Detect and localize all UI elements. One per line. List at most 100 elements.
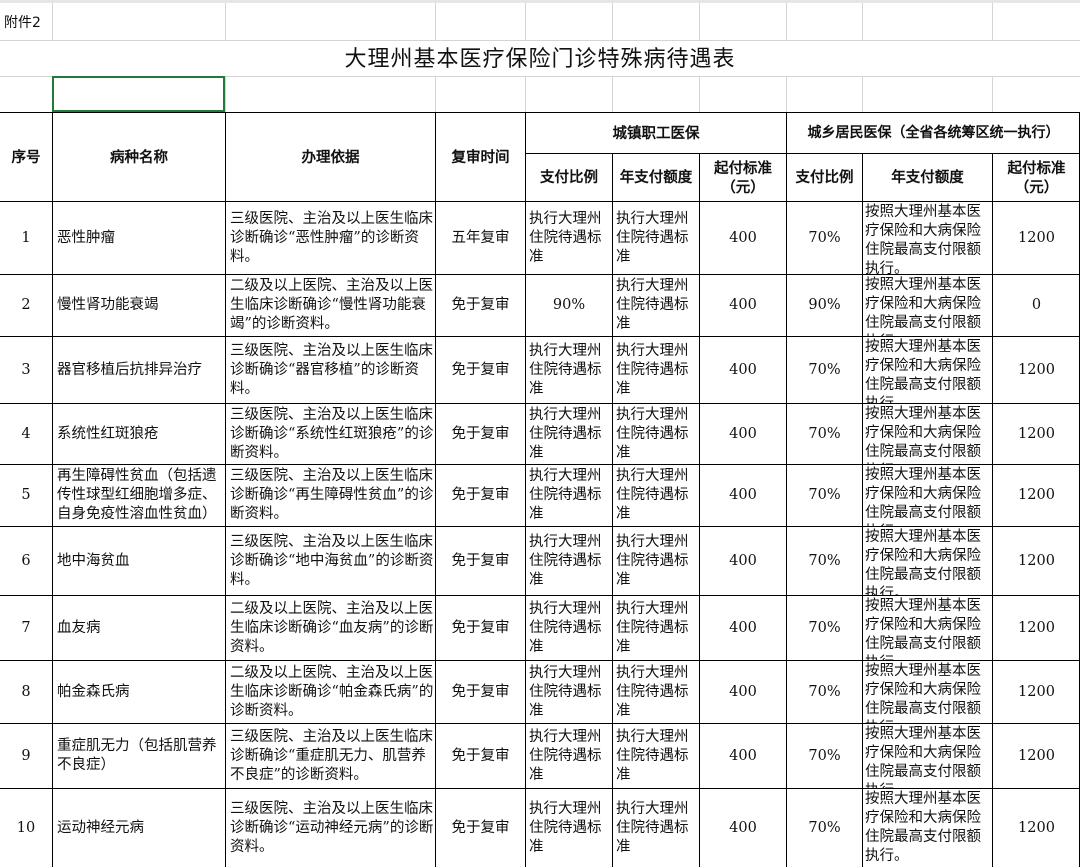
cell-seq[interactable]: 9 — [0, 724, 52, 788]
cell-rural-threshold[interactable]: 1200 — [993, 661, 1080, 723]
cell-urban-annual[interactable]: 执行大理州住院待遇标准 — [613, 661, 699, 723]
cell-seq[interactable]: 2 — [0, 275, 52, 336]
cell-review[interactable]: 免于复审 — [436, 404, 525, 464]
cell-rural-ratio[interactable]: 70% — [787, 337, 862, 403]
cell-rural-annual[interactable]: 按照大理州基本医疗保险和大病保险住院最高支付限额执行。 — [863, 789, 992, 867]
cell-rural-annual[interactable]: 按照大理州基本医疗保险和大病保险住院最高支付限额执行。 — [863, 275, 992, 336]
cell-disease[interactable]: 恶性肿瘤 — [53, 202, 225, 274]
selected-cell[interactable] — [52, 76, 225, 112]
cell-disease[interactable]: 运动神经元病 — [53, 789, 225, 867]
cell-review[interactable]: 五年复审 — [436, 202, 525, 274]
cell-urban-annual[interactable]: 执行大理州住院待遇标准 — [613, 724, 699, 788]
cell-disease[interactable]: 帕金森氏病 — [53, 661, 225, 723]
cell-rural-ratio[interactable]: 70% — [787, 724, 862, 788]
cell-rural-ratio[interactable]: 70% — [787, 465, 862, 526]
cell-seq[interactable]: 10 — [0, 789, 52, 867]
cell-basis[interactable]: 二级及以上医院、主治及以上医生临床诊断确诊“帕金森氏病”的诊断资料。 — [226, 661, 435, 723]
cell-review[interactable]: 免于复审 — [436, 465, 525, 526]
cell-rural-ratio[interactable]: 70% — [787, 202, 862, 274]
cell-rural-ratio[interactable]: 90% — [787, 275, 862, 336]
cell-disease[interactable]: 器官移植后抗排异治疗 — [53, 337, 225, 403]
cell-urban-ratio[interactable]: 执行大理州住院待遇标准 — [526, 724, 612, 788]
cell-rural-annual[interactable]: 按照大理州基本医疗保险和大病保险住院最高支付限额执行。 — [863, 596, 992, 660]
cell-rural-threshold[interactable]: 1200 — [993, 202, 1080, 274]
cell-seq[interactable]: 5 — [0, 465, 52, 526]
header-urban-threshold[interactable]: 起付标准（元） — [700, 154, 786, 201]
cell-rural-threshold[interactable]: 1200 — [993, 724, 1080, 788]
cell-rural-annual[interactable]: 按照大理州基本医疗保险和大病保险住院最高支付限额执行。 — [863, 202, 992, 274]
header-urban-annual[interactable]: 年支付额度 — [613, 154, 699, 201]
cell-basis[interactable]: 三级医院、主治及以上医生临床诊断确诊“系统性红斑狼疮”的诊断资料。 — [226, 404, 435, 464]
cell-urban-ratio[interactable]: 执行大理州住院待遇标准 — [526, 661, 612, 723]
cell-rural-threshold[interactable]: 1200 — [993, 596, 1080, 660]
cell-seq[interactable]: 1 — [0, 202, 52, 274]
cell-urban-annual[interactable]: 执行大理州住院待遇标准 — [613, 202, 699, 274]
cell-urban-threshold[interactable]: 400 — [700, 661, 786, 723]
cell-basis[interactable]: 二级及以上医院、主治及以上医生临床诊断确诊“慢性肾功能衰竭”的诊断资料。 — [226, 275, 435, 336]
cell-disease[interactable]: 再生障碍性贫血（包括遗传性球型红细胞增多症、自身免疫性溶血性贫血） — [53, 465, 225, 526]
cell-basis[interactable]: 二级及以上医院、主治及以上医生临床诊断确诊“血友病”的诊断资料。 — [226, 596, 435, 660]
cell-urban-ratio[interactable]: 执行大理州住院待遇标准 — [526, 527, 612, 595]
cell-rural-ratio[interactable]: 70% — [787, 596, 862, 660]
cell-disease[interactable]: 重症肌无力（包括肌营养不良症） — [53, 724, 225, 788]
cell-review[interactable]: 免于复审 — [436, 596, 525, 660]
cell-review[interactable]: 免于复审 — [436, 724, 525, 788]
cell-review[interactable]: 免于复审 — [436, 527, 525, 595]
page-title[interactable]: 大理州基本医疗保险门诊特殊病待遇表 — [0, 42, 1080, 76]
cell-rural-ratio[interactable]: 70% — [787, 404, 862, 464]
cell-review[interactable]: 免于复审 — [436, 337, 525, 403]
cell-review[interactable]: 免于复审 — [436, 661, 525, 723]
cell-rural-ratio[interactable]: 70% — [787, 789, 862, 867]
cell-basis[interactable]: 三级医院、主治及以上医生临床诊断确诊“重症肌无力、肌营养不良症”的诊断资料。 — [226, 724, 435, 788]
cell-urban-annual[interactable]: 执行大理州住院待遇标准 — [613, 337, 699, 403]
cell-disease[interactable]: 地中海贫血 — [53, 527, 225, 595]
cell-urban-ratio[interactable]: 执行大理州住院待遇标准 — [526, 465, 612, 526]
cell-urban-threshold[interactable]: 400 — [700, 465, 786, 526]
header-urban-group[interactable]: 城镇职工医保 — [526, 113, 786, 153]
cell-rural-annual[interactable]: 按照大理州基本医疗保险和大病保险住院最高支付限额执行。 — [863, 527, 992, 595]
cell-urban-ratio[interactable]: 执行大理州住院待遇标准 — [526, 337, 612, 403]
cell-rural-ratio[interactable]: 70% — [787, 527, 862, 595]
cell-seq[interactable]: 7 — [0, 596, 52, 660]
cell-urban-annual[interactable]: 执行大理州住院待遇标准 — [613, 596, 699, 660]
cell-rural-threshold[interactable]: 1200 — [993, 527, 1080, 595]
cell-urban-ratio[interactable]: 执行大理州住院待遇标准 — [526, 202, 612, 274]
cell-seq[interactable]: 6 — [0, 527, 52, 595]
header-basis[interactable]: 办理依据 — [226, 113, 435, 201]
cell-seq[interactable]: 3 — [0, 337, 52, 403]
annex-label[interactable]: 附件2 — [0, 6, 52, 40]
cell-urban-annual[interactable]: 执行大理州住院待遇标准 — [613, 527, 699, 595]
cell-basis[interactable]: 三级医院、主治及以上医生临床诊断确诊“再生障碍性贫血”的诊断资料。 — [226, 465, 435, 526]
cell-urban-ratio[interactable]: 执行大理州住院待遇标准 — [526, 404, 612, 464]
cell-urban-threshold[interactable]: 400 — [700, 724, 786, 788]
cell-rural-threshold[interactable]: 1200 — [993, 404, 1080, 464]
cell-rural-annual[interactable]: 按照大理州基本医疗保险和大病保险住院最高支付限额执行。 — [863, 465, 992, 526]
cell-urban-threshold[interactable]: 400 — [700, 337, 786, 403]
header-disease[interactable]: 病种名称 — [53, 113, 225, 201]
header-urban-ratio[interactable]: 支付比例 — [526, 154, 612, 201]
cell-review[interactable]: 免于复审 — [436, 789, 525, 867]
cell-urban-threshold[interactable]: 400 — [700, 527, 786, 595]
cell-urban-threshold[interactable]: 400 — [700, 789, 786, 867]
header-rural-group[interactable]: 城乡居民医保（全省各统筹区统一执行） — [787, 113, 1080, 153]
cell-disease[interactable]: 血友病 — [53, 596, 225, 660]
cell-urban-threshold[interactable]: 400 — [700, 596, 786, 660]
cell-urban-annual[interactable]: 执行大理州住院待遇标准 — [613, 789, 699, 867]
cell-urban-annual[interactable]: 执行大理州住院待遇标准 — [613, 465, 699, 526]
cell-urban-threshold[interactable]: 400 — [700, 404, 786, 464]
cell-disease[interactable]: 慢性肾功能衰竭 — [53, 275, 225, 336]
cell-review[interactable]: 免于复审 — [436, 275, 525, 336]
cell-basis[interactable]: 三级医院、主治及以上医生临床诊断确诊“地中海贫血”的诊断资料。 — [226, 527, 435, 595]
cell-basis[interactable]: 三级医院、主治及以上医生临床诊断确诊“运动神经元病”的诊断资料。 — [226, 789, 435, 867]
cell-urban-ratio[interactable]: 执行大理州住院待遇标准 — [526, 596, 612, 660]
cell-seq[interactable]: 8 — [0, 661, 52, 723]
cell-basis[interactable]: 三级医院、主治及以上医生临床诊断确诊“器官移植”的诊断资料。 — [226, 337, 435, 403]
cell-disease[interactable]: 系统性红斑狼疮 — [53, 404, 225, 464]
cell-basis[interactable]: 三级医院、主治及以上医生临床诊断确诊“恶性肿瘤”的诊断资料。 — [226, 202, 435, 274]
cell-urban-annual[interactable]: 执行大理州住院待遇标准 — [613, 275, 699, 336]
cell-seq[interactable]: 4 — [0, 404, 52, 464]
cell-rural-threshold[interactable]: 1200 — [993, 337, 1080, 403]
cell-urban-annual[interactable]: 执行大理州住院待遇标准 — [613, 404, 699, 464]
header-rural-threshold[interactable]: 起付标准（元） — [993, 154, 1080, 201]
cell-rural-threshold[interactable]: 0 — [993, 275, 1080, 336]
